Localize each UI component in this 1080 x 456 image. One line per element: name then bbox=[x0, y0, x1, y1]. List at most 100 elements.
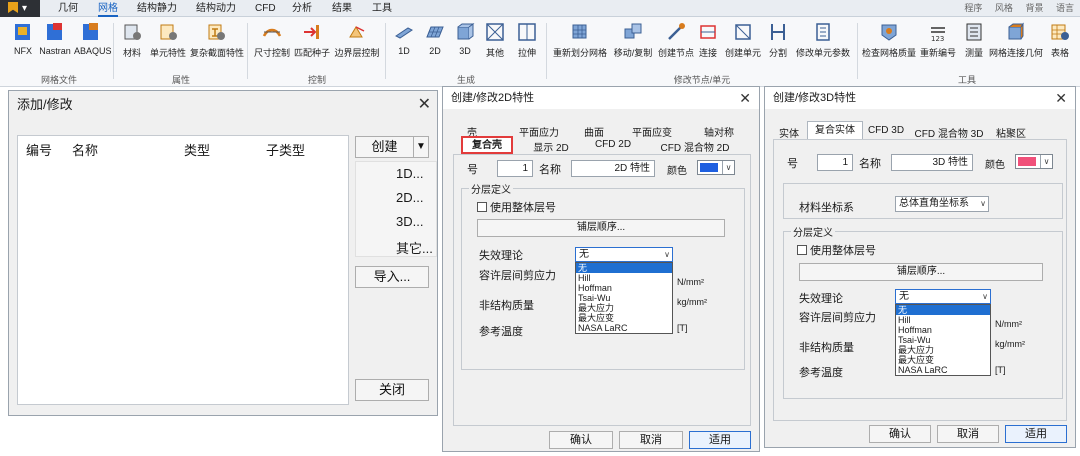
create-button[interactable]: 创建 bbox=[355, 136, 413, 158]
menu-mesh[interactable]: 网格 bbox=[98, 0, 118, 17]
option-hill[interactable]: Hill bbox=[576, 273, 672, 283]
option-nasa-larc[interactable]: NASA LaRC bbox=[576, 323, 672, 333]
check-mesh-quality-button[interactable]: 检查网格质量 bbox=[862, 21, 916, 59]
apply-button[interactable]: 适用 bbox=[689, 431, 751, 449]
create-element-button[interactable]: 创建单元 bbox=[722, 21, 764, 59]
menu-style[interactable]: 风格 bbox=[995, 3, 1013, 13]
menu-geometry[interactable]: 几何 bbox=[58, 0, 78, 17]
remesh-button[interactable]: 重新划分网格 bbox=[552, 21, 608, 59]
measure-button[interactable]: 测量 bbox=[962, 21, 986, 59]
option-none[interactable]: 无 bbox=[896, 305, 990, 315]
menu-results[interactable]: 结果 bbox=[332, 0, 352, 17]
close-icon[interactable]: ✕ bbox=[418, 91, 431, 119]
tab-cfd-2d[interactable]: CFD 2D bbox=[593, 139, 633, 150]
material-button[interactable]: 材料 bbox=[120, 21, 144, 59]
boundary-layer-button[interactable]: 边界层控制 bbox=[334, 21, 380, 59]
name-input[interactable]: 2D 特性 bbox=[571, 160, 655, 177]
tab-cfd-3d[interactable]: CFD 3D bbox=[867, 125, 905, 136]
option-max-strain[interactable]: 最大应变 bbox=[576, 313, 672, 323]
mesh-connect-geometry-button[interactable]: 网格连接几何 bbox=[988, 21, 1044, 59]
cancel-button[interactable]: 取消 bbox=[937, 425, 999, 443]
column-header-subtype[interactable]: 子类型 bbox=[266, 140, 305, 159]
option-nasa-larc[interactable]: NASA LaRC bbox=[896, 365, 990, 375]
ok-button[interactable]: 确认 bbox=[869, 425, 931, 443]
use-global-ply-checkbox[interactable]: 使用整体层号 bbox=[477, 199, 556, 215]
failure-theory-select[interactable]: 无 ∨ bbox=[895, 289, 991, 304]
split-button[interactable]: 分割 bbox=[766, 21, 790, 59]
failure-theory-select[interactable]: 无 ∨ bbox=[575, 247, 673, 262]
option-hoffman[interactable]: Hoffman bbox=[576, 283, 672, 293]
menu-cfd[interactable]: CFD bbox=[255, 0, 276, 17]
apply-button[interactable]: 适用 bbox=[1005, 425, 1067, 443]
modify-element-param-button[interactable]: 修改单元参数 bbox=[794, 21, 852, 59]
import-button[interactable]: 导入... bbox=[355, 266, 429, 288]
abaqus-button[interactable]: ABAQUS bbox=[74, 21, 112, 56]
generate-3d-button[interactable]: 3D bbox=[452, 21, 478, 56]
close-icon[interactable]: ✕ bbox=[739, 87, 751, 109]
menu-tools[interactable]: 工具 bbox=[372, 0, 392, 17]
extrude-button[interactable]: 拉伸 bbox=[514, 21, 540, 59]
move-copy-button[interactable]: 移动/复制 bbox=[610, 21, 656, 59]
create-node-button[interactable]: 创建节点 bbox=[656, 21, 696, 59]
nfx-button[interactable]: NFX bbox=[10, 21, 36, 56]
close-icon[interactable]: ✕ bbox=[1055, 87, 1067, 109]
size-control-button[interactable]: 尺寸控制 bbox=[254, 21, 290, 59]
match-seed-button[interactable]: 匹配种子 bbox=[292, 21, 332, 59]
option-max-stress[interactable]: 最大应力 bbox=[576, 303, 672, 313]
column-header-name[interactable]: 名称 bbox=[72, 140, 98, 159]
generate-1d-button[interactable]: 1D bbox=[392, 21, 416, 56]
close-button[interactable]: 关闭 bbox=[355, 379, 429, 401]
option-max-strain[interactable]: 最大应变 bbox=[896, 355, 990, 365]
tab-axisymmetric[interactable]: 轴对称 bbox=[695, 124, 743, 139]
element-property-button[interactable]: 单元特性 bbox=[148, 21, 188, 59]
tab-composite-solid[interactable]: 复合实体 bbox=[807, 121, 863, 139]
tab-plane-strain[interactable]: 平面应变 bbox=[621, 124, 683, 139]
tab-solid[interactable]: 实体 bbox=[775, 125, 803, 140]
nastran-button[interactable]: Nastran bbox=[38, 21, 72, 56]
tab-display-2d[interactable]: 显示 2D bbox=[527, 139, 575, 154]
tab-plane-stress[interactable]: 平面应力 bbox=[513, 124, 565, 139]
generate-other-button[interactable]: 其他 bbox=[482, 21, 508, 59]
material-coord-select[interactable]: 总体直角坐标系 ∨ bbox=[895, 196, 989, 212]
complex-section-button[interactable]: 复杂截面特性 bbox=[190, 21, 244, 59]
tab-cfd-mixture-3d[interactable]: CFD 混合物 3D bbox=[909, 125, 989, 140]
color-picker[interactable]: ∨ bbox=[697, 160, 735, 175]
menu-program[interactable]: 程序 bbox=[964, 3, 982, 13]
use-global-ply-checkbox[interactable]: 使用整体层号 bbox=[797, 242, 876, 258]
menu-item-1d[interactable]: 1D... bbox=[396, 166, 423, 181]
color-picker[interactable]: ∨ bbox=[1015, 154, 1053, 169]
generate-2d-button[interactable]: 2D bbox=[422, 21, 448, 56]
option-tsai-wu[interactable]: Tsai-Wu bbox=[576, 293, 672, 303]
property-list-table[interactable]: 编号 名称 类型 子类型 bbox=[17, 135, 349, 405]
connect-button[interactable]: 连接 bbox=[697, 21, 719, 59]
ok-button[interactable]: 确认 bbox=[549, 431, 613, 449]
renumber-button[interactable]: 123 重新编号 bbox=[918, 21, 958, 59]
menu-language[interactable]: 语言 bbox=[1056, 3, 1074, 13]
name-input[interactable]: 3D 特性 bbox=[891, 154, 973, 171]
create-dropdown-button[interactable]: ▼ bbox=[413, 136, 429, 158]
menu-dynamic[interactable]: 结构动力 bbox=[196, 0, 236, 17]
option-max-stress[interactable]: 最大应力 bbox=[896, 345, 990, 355]
tab-surface[interactable]: 曲面 bbox=[579, 124, 609, 139]
menu-background[interactable]: 背景 bbox=[1025, 3, 1043, 13]
menu-item-2d[interactable]: 2D... bbox=[396, 190, 423, 205]
app-menu-button[interactable]: ▾ bbox=[0, 0, 40, 17]
table-button[interactable]: 表格 bbox=[1048, 21, 1072, 59]
ply-order-button[interactable]: 铺层顺序... bbox=[799, 263, 1043, 281]
id-input[interactable]: 1 bbox=[497, 160, 533, 177]
menu-item-other[interactable]: 其它... bbox=[396, 238, 433, 257]
option-hill[interactable]: Hill bbox=[896, 315, 990, 325]
option-none[interactable]: 无 bbox=[576, 263, 672, 273]
column-header-type[interactable]: 类型 bbox=[184, 140, 210, 159]
tab-cohesive-zone[interactable]: 粘聚区 bbox=[991, 125, 1031, 140]
id-input[interactable]: 1 bbox=[817, 154, 853, 171]
menu-static[interactable]: 结构静力 bbox=[137, 0, 177, 17]
option-tsai-wu[interactable]: Tsai-Wu bbox=[896, 335, 990, 345]
menu-item-3d[interactable]: 3D... bbox=[396, 214, 423, 229]
column-header-id[interactable]: 编号 bbox=[26, 140, 52, 159]
tab-cfd-mixture-2d[interactable]: CFD 混合物 2D bbox=[649, 139, 741, 154]
menu-analysis[interactable]: 分析 bbox=[292, 0, 312, 17]
option-hoffman[interactable]: Hoffman bbox=[896, 325, 990, 335]
ply-order-button[interactable]: 铺层顺序... bbox=[477, 219, 725, 237]
cancel-button[interactable]: 取消 bbox=[619, 431, 683, 449]
